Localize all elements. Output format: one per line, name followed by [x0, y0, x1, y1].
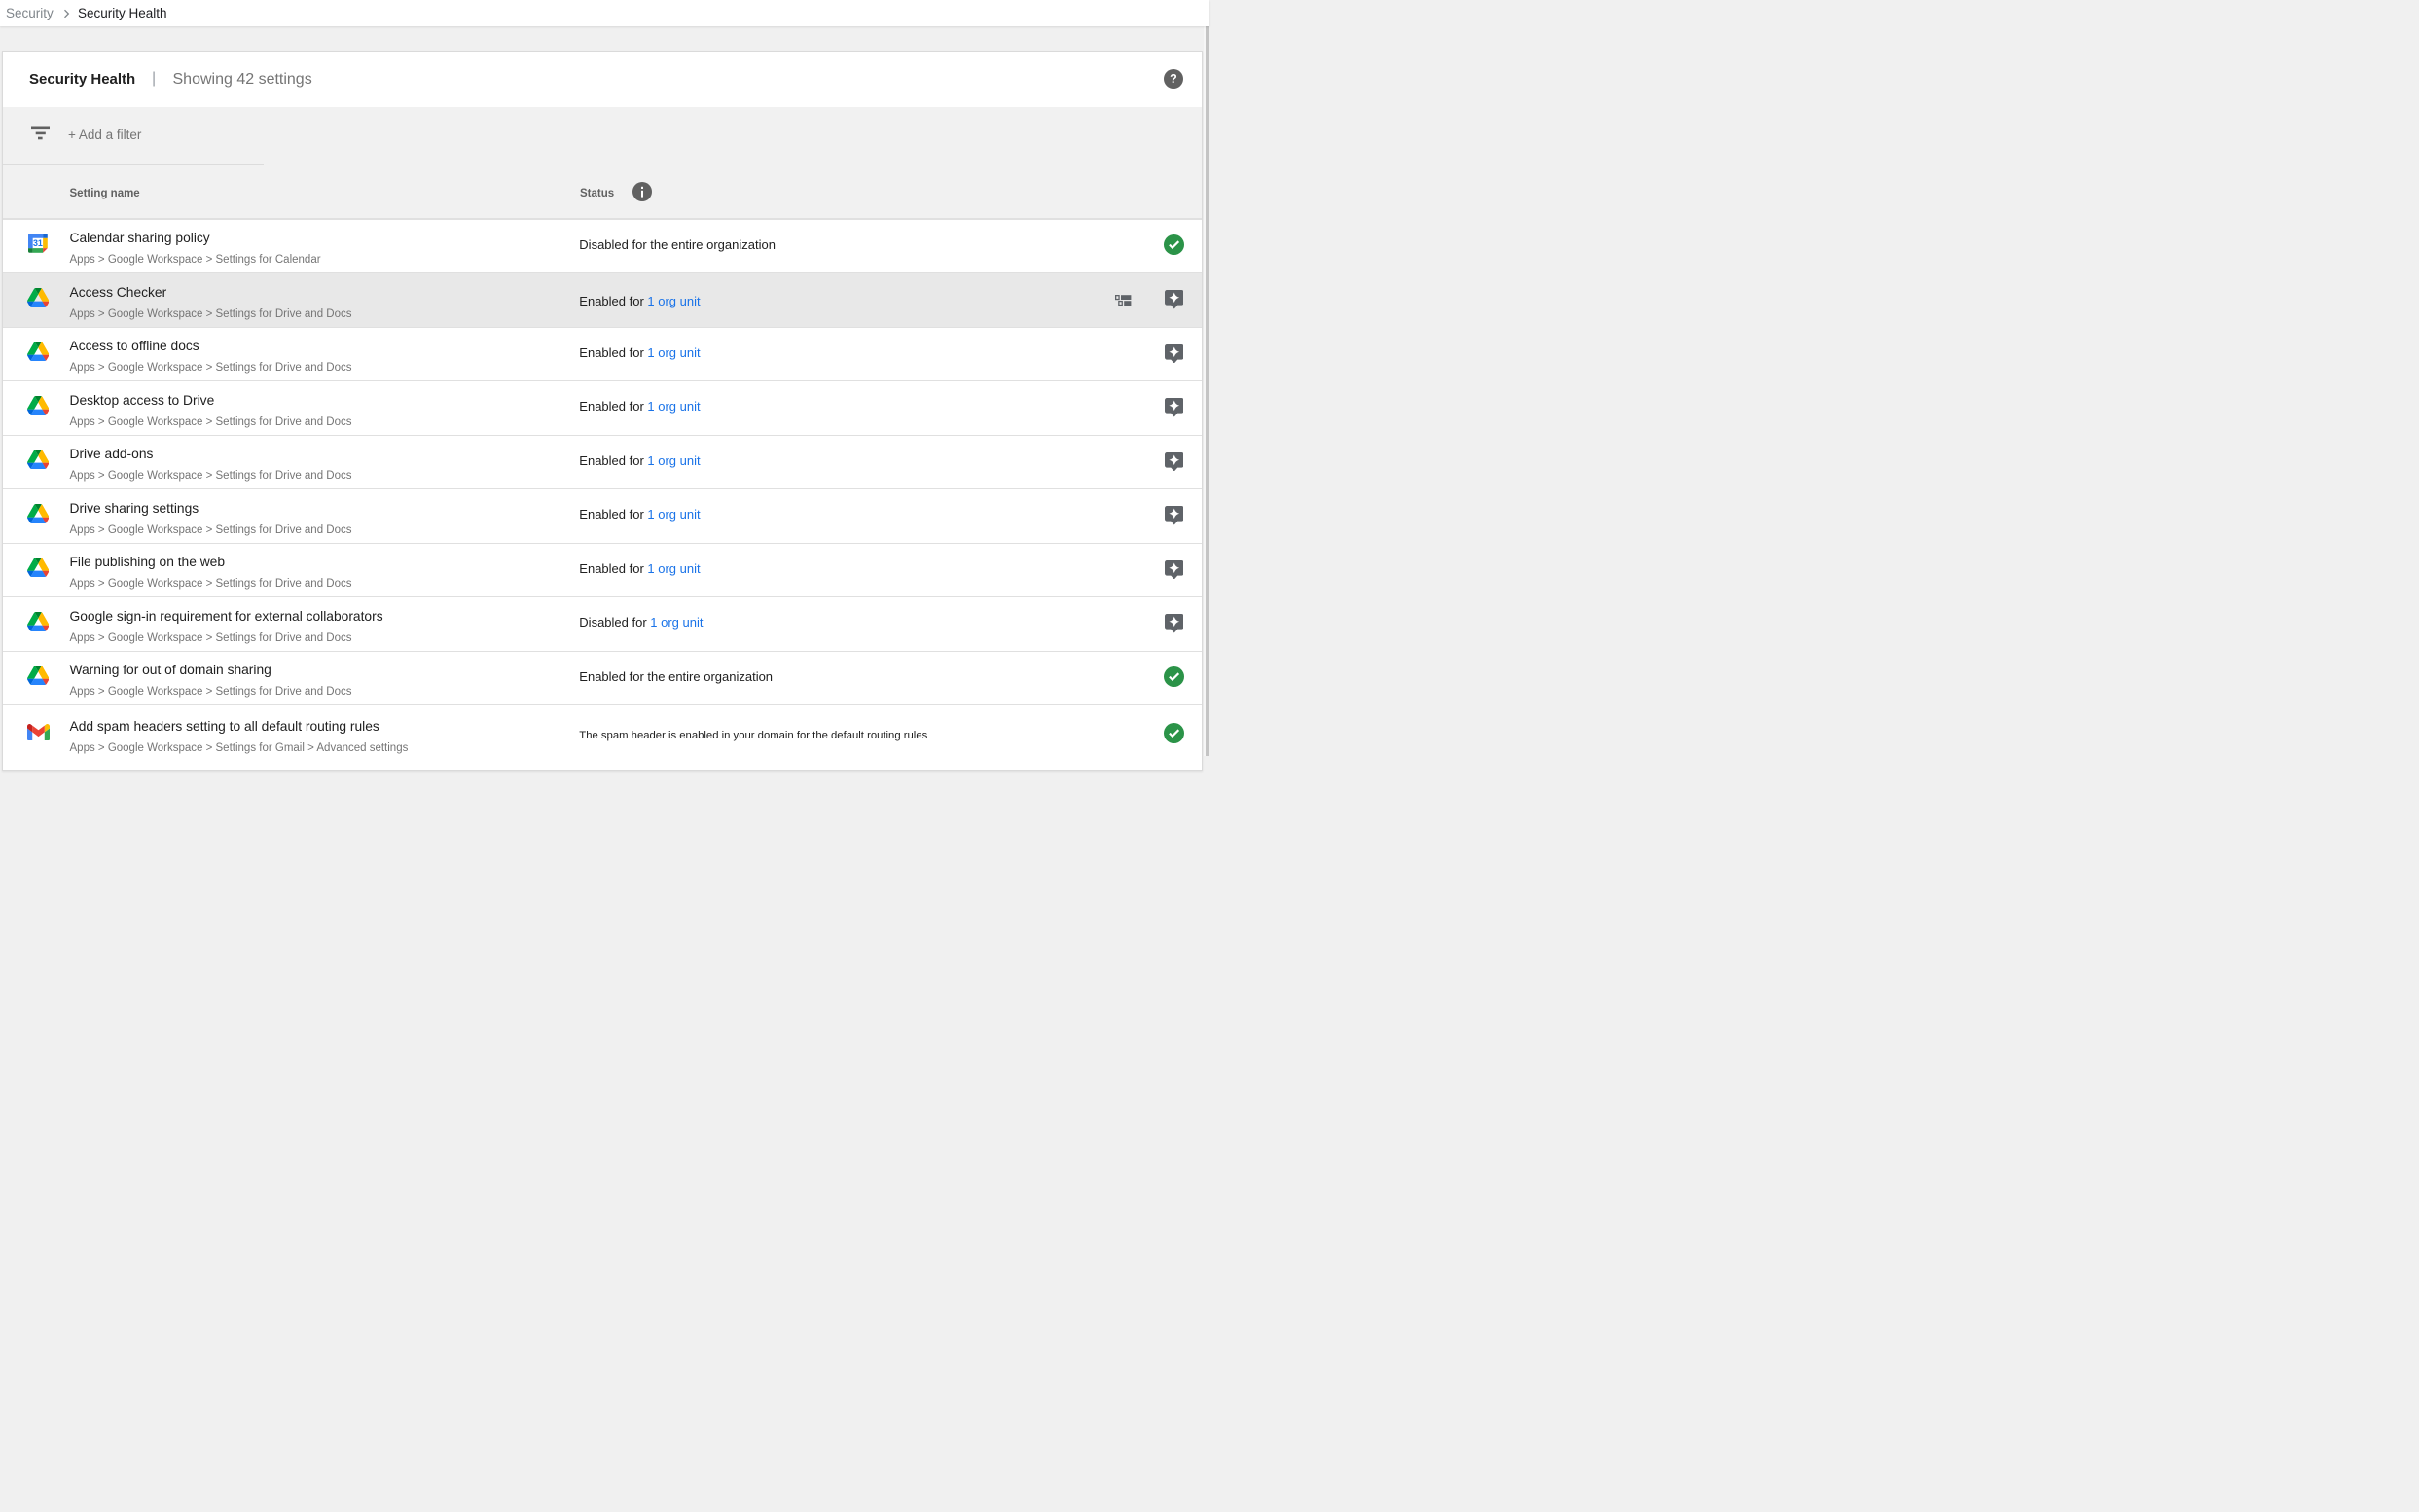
svg-text:31: 31 [33, 238, 43, 248]
